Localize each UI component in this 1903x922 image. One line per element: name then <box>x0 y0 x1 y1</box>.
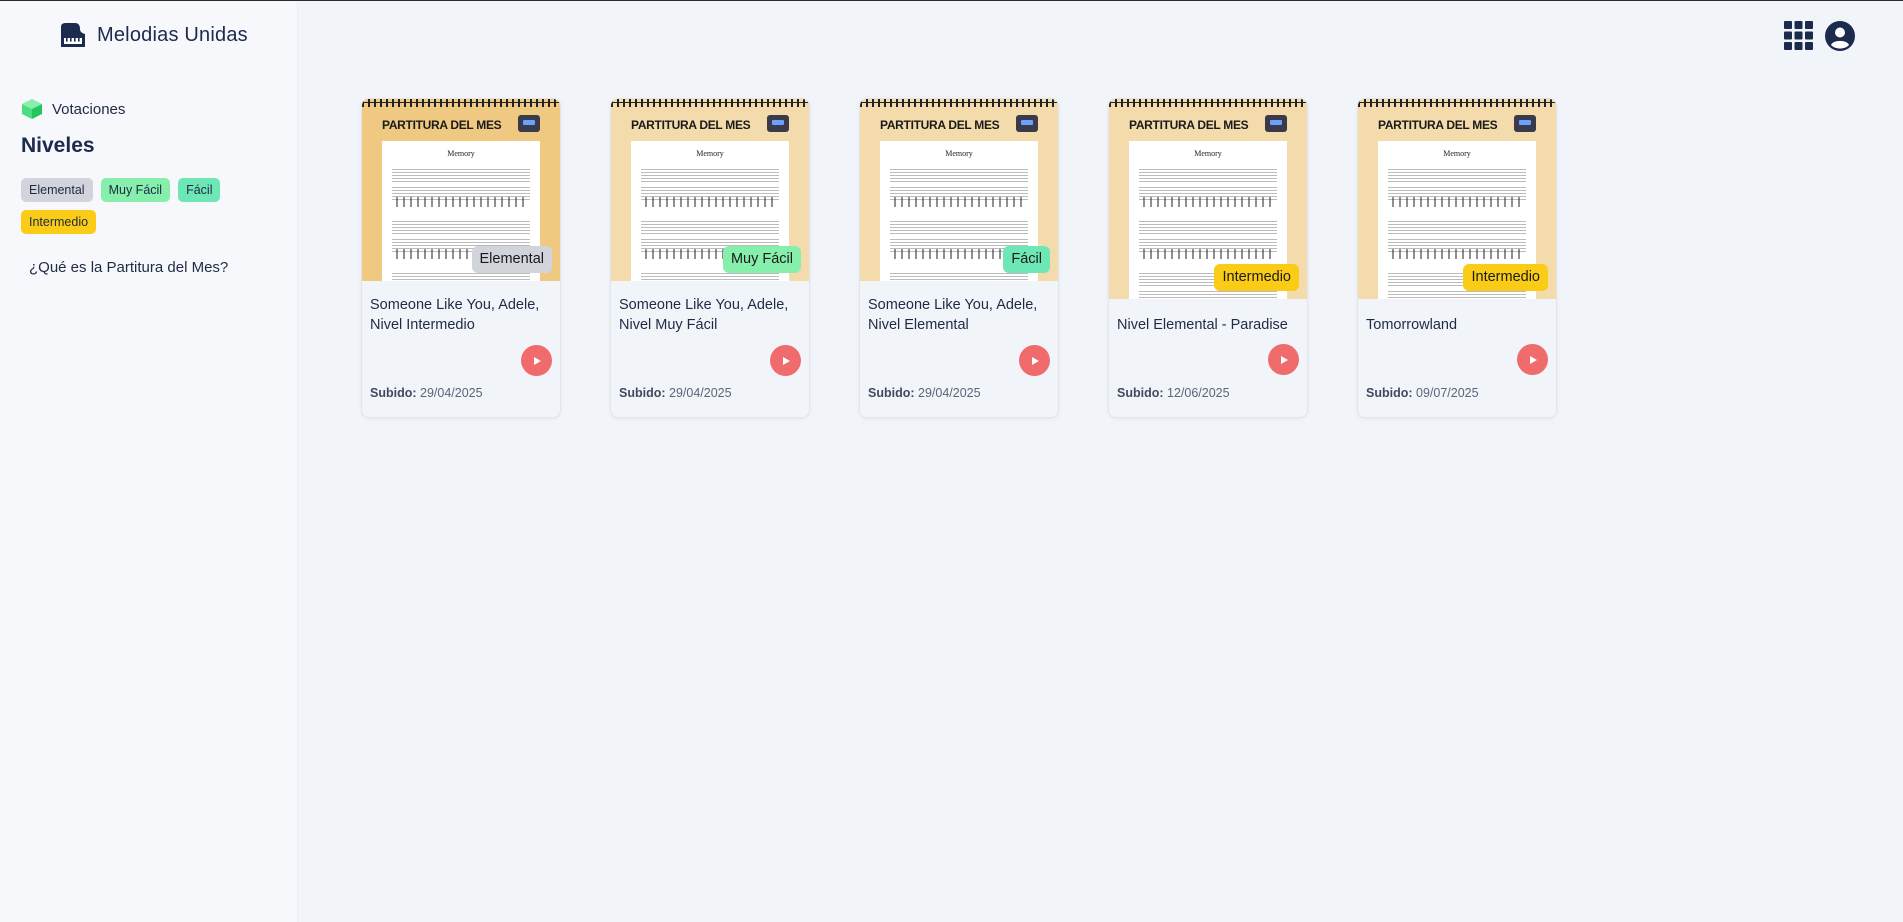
sidebar: Melodias Unidas Votaciones Niveles Eleme… <box>0 1 298 922</box>
publisher-logo-icon <box>1016 115 1038 132</box>
sheet-music-grid: PARTITURA DEL MES Memory Elemental Someo… <box>361 98 1557 418</box>
card-title[interactable]: Someone Like You, Adele, Nivel Muy Fácil <box>619 295 803 335</box>
levels-heading: Niveles <box>21 134 95 157</box>
thumbnail-heading: PARTITURA DEL MES <box>1378 118 1498 132</box>
level-badge: Intermedio <box>1463 264 1548 291</box>
play-button[interactable] <box>1517 344 1548 375</box>
sheet-card[interactable]: PARTITURA DEL MES Memory Muy Fácil Someo… <box>610 98 810 418</box>
play-icon <box>782 356 790 365</box>
upload-date: Subido: 12/06/2025 <box>1117 386 1230 400</box>
level-tag-muy-facil[interactable]: Muy Fácil <box>100 178 171 202</box>
sidebar-item-label: Votaciones <box>52 100 126 118</box>
level-badge: Elemental <box>471 246 552 273</box>
cube-icon <box>22 99 42 119</box>
user-account-icon[interactable] <box>1825 21 1855 51</box>
app-name: Melodias Unidas <box>97 23 248 46</box>
level-filter-tags: Elemental Muy Fácil Fácil Intermedio <box>21 178 251 234</box>
card-title[interactable]: Nivel Elemental - Paradise <box>1117 315 1301 335</box>
card-title[interactable]: Someone Like You, Adele, Nivel Intermedi… <box>370 295 554 335</box>
upload-date: Subido: 09/07/2025 <box>1366 386 1479 400</box>
sheet-thumbnail: PARTITURA DEL MES Memory Intermedio <box>1109 99 1307 299</box>
sheet-card[interactable]: PARTITURA DEL MES Memory Elemental Someo… <box>361 98 561 418</box>
play-button[interactable] <box>1019 345 1050 376</box>
spiral-binding <box>1109 99 1307 107</box>
sheet-title: Memory <box>1194 149 1222 158</box>
sheet-thumbnail: PARTITURA DEL MES Memory Fácil <box>860 99 1058 281</box>
grand-piano-icon <box>61 23 85 47</box>
upload-date: Subido: 29/04/2025 <box>370 386 483 400</box>
spiral-binding <box>1358 99 1556 107</box>
app-logo[interactable]: Melodias Unidas <box>58 21 248 49</box>
sheet-title: Memory <box>447 149 475 158</box>
play-icon <box>1031 356 1039 365</box>
sheet-card[interactable]: PARTITURA DEL MES Memory Intermedio Nive… <box>1108 98 1308 418</box>
sheet-title: Memory <box>1443 149 1471 158</box>
upload-date: Subido: 29/04/2025 <box>619 386 732 400</box>
sheet-title: Memory <box>945 149 973 158</box>
sheet-card[interactable]: PARTITURA DEL MES Memory Intermedio Tomo… <box>1357 98 1557 418</box>
play-icon <box>1529 355 1537 364</box>
publisher-logo-icon <box>518 115 540 132</box>
play-button[interactable] <box>521 345 552 376</box>
level-badge: Intermedio <box>1214 264 1299 291</box>
level-badge: Fácil <box>1003 246 1050 273</box>
level-tag-elemental[interactable]: Elemental <box>21 178 93 202</box>
publisher-logo-icon <box>1514 115 1536 132</box>
spiral-binding <box>611 99 809 107</box>
play-button[interactable] <box>1268 344 1299 375</box>
sheet-thumbnail: PARTITURA DEL MES Memory Muy Fácil <box>611 99 809 281</box>
publisher-logo-icon <box>767 115 789 132</box>
level-badge: Muy Fácil <box>722 246 801 273</box>
play-icon <box>1280 355 1288 364</box>
card-title[interactable]: Someone Like You, Adele, Nivel Elemental <box>868 295 1052 335</box>
play-button[interactable] <box>770 345 801 376</box>
sheet-thumbnail: PARTITURA DEL MES Memory Elemental <box>362 99 560 281</box>
upload-date: Subido: 29/04/2025 <box>868 386 981 400</box>
level-tag-facil[interactable]: Fácil <box>178 178 221 202</box>
thumbnail-heading: PARTITURA DEL MES <box>1129 118 1249 132</box>
publisher-logo-icon <box>1265 115 1287 132</box>
sheet-title: Memory <box>696 149 724 158</box>
level-tag-intermedio[interactable]: Intermedio <box>21 210 97 234</box>
spiral-binding <box>860 99 1058 107</box>
sheet-card[interactable]: PARTITURA DEL MES Memory Fácil Someone L… <box>859 98 1059 418</box>
thumbnail-heading: PARTITURA DEL MES <box>631 118 751 132</box>
spiral-binding <box>362 99 560 107</box>
apps-grid-icon[interactable] <box>1784 21 1813 50</box>
faq-link[interactable]: ¿Qué es la Partitura del Mes? <box>29 259 228 276</box>
thumbnail-heading: PARTITURA DEL MES <box>382 118 502 132</box>
sheet-thumbnail: PARTITURA DEL MES Memory Intermedio <box>1358 99 1556 299</box>
sidebar-item-votaciones[interactable]: Votaciones <box>21 98 125 120</box>
card-title[interactable]: Tomorrowland <box>1366 315 1550 335</box>
play-icon <box>533 356 541 365</box>
thumbnail-heading: PARTITURA DEL MES <box>880 118 1000 132</box>
